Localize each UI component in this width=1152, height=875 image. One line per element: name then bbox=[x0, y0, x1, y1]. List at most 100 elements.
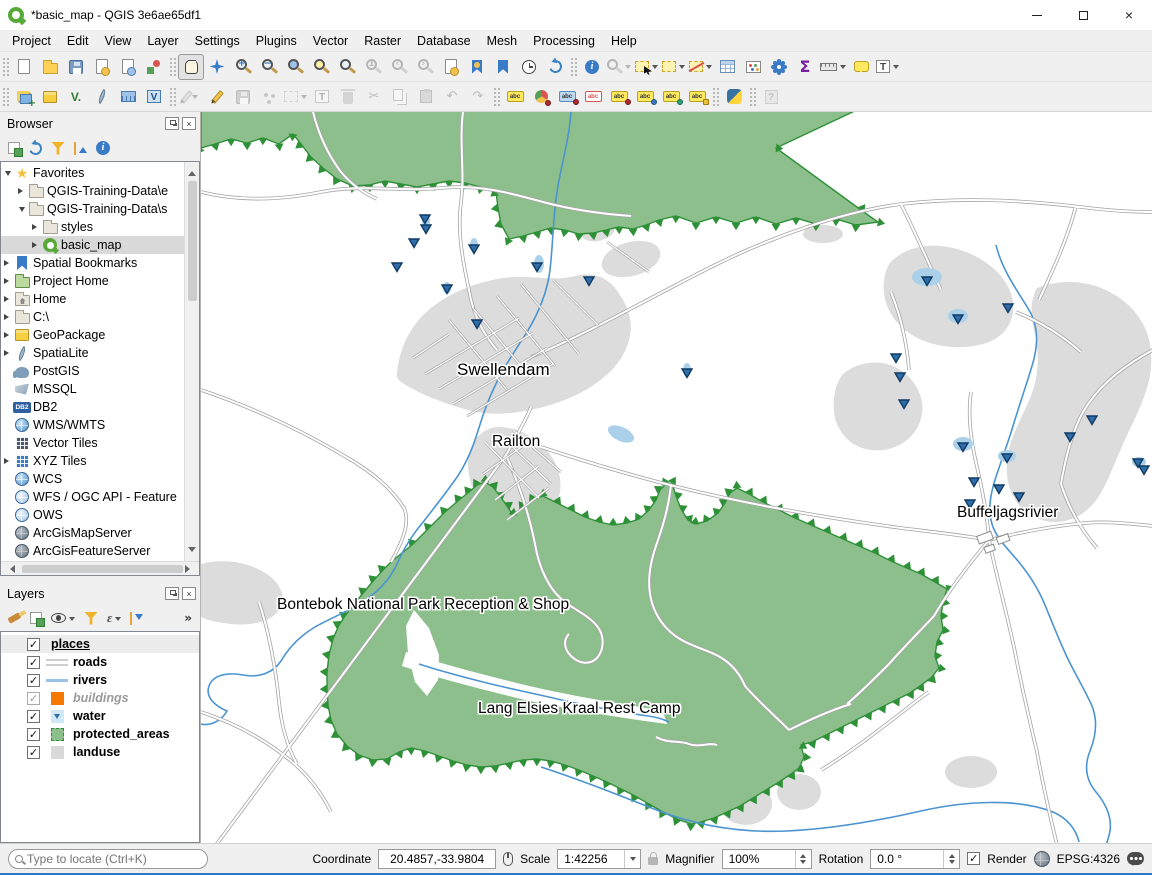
new-spatial-bookmark-button[interactable] bbox=[464, 54, 490, 80]
menu-settings[interactable]: Settings bbox=[187, 32, 248, 50]
cut-features-button[interactable]: ✂ bbox=[361, 84, 387, 110]
browser-item-project-home[interactable]: Project Home bbox=[1, 272, 184, 290]
change-label-button[interactable] bbox=[684, 84, 710, 110]
copy-features-button[interactable] bbox=[387, 84, 413, 110]
temporal-controller-button[interactable] bbox=[516, 54, 542, 80]
render-checkbox[interactable]: ✓ bbox=[967, 852, 980, 865]
epsg-label[interactable]: EPSG:4326 bbox=[1057, 852, 1120, 866]
expander-closed-icon[interactable] bbox=[4, 458, 12, 464]
browser-item-wms[interactable]: WMS/WMTS bbox=[1, 416, 184, 434]
browser-properties-button[interactable] bbox=[96, 141, 110, 155]
menu-view[interactable]: View bbox=[96, 32, 139, 50]
new-shapefile-layer-button[interactable] bbox=[63, 84, 89, 110]
layers-close-button[interactable]: × bbox=[182, 587, 196, 600]
zoom-last-button[interactable]: ‹ bbox=[386, 54, 412, 80]
show-bookmarks-button[interactable] bbox=[490, 54, 516, 80]
new-spatialite-layer-button[interactable] bbox=[89, 84, 115, 110]
help-button[interactable] bbox=[758, 84, 784, 110]
expander-closed-icon[interactable] bbox=[4, 314, 12, 320]
new-project-button[interactable] bbox=[11, 54, 37, 80]
layer-row-water[interactable]: ✓water bbox=[1, 707, 199, 725]
new-geopackage-layer-button[interactable] bbox=[37, 84, 63, 110]
zoom-next-button[interactable]: › bbox=[412, 54, 438, 80]
toolbar-grip[interactable] bbox=[712, 87, 719, 107]
browser-close-button[interactable]: × bbox=[182, 117, 196, 130]
zoom-in-button[interactable]: + bbox=[230, 54, 256, 80]
layer-checkbox[interactable]: ✓ bbox=[27, 728, 40, 741]
identify-features-button[interactable] bbox=[579, 54, 605, 80]
toolbar-grip[interactable] bbox=[169, 57, 176, 77]
menu-processing[interactable]: Processing bbox=[525, 32, 603, 50]
browser-item-wfs[interactable]: WFS / OGC API - Feature bbox=[1, 488, 184, 506]
toolbar-grip[interactable] bbox=[2, 57, 9, 77]
show-layout-manager-button[interactable] bbox=[115, 54, 141, 80]
layer-checkbox[interactable]: ✓ bbox=[27, 656, 40, 669]
expander-closed-icon[interactable] bbox=[32, 242, 40, 248]
minimize-button[interactable] bbox=[1014, 0, 1060, 30]
add-group-button[interactable] bbox=[30, 612, 42, 624]
scroll-right-icon[interactable] bbox=[185, 565, 194, 573]
expander-closed-icon[interactable] bbox=[4, 296, 12, 302]
undo-button[interactable]: ↶ bbox=[439, 84, 465, 110]
mouse-position-icon[interactable] bbox=[503, 852, 513, 866]
scale-combo[interactable]: 1:42256 bbox=[557, 849, 641, 869]
select-by-value-button[interactable] bbox=[660, 54, 687, 80]
browser-item-arcgis-mapserver[interactable]: ArcGisMapServer bbox=[1, 524, 184, 542]
locator-input[interactable] bbox=[27, 852, 201, 866]
expander-closed-icon[interactable] bbox=[18, 188, 26, 194]
expander-closed-icon[interactable] bbox=[32, 224, 40, 230]
browser-item-geopackage[interactable]: GeoPackage bbox=[1, 326, 184, 344]
messages-icon[interactable] bbox=[1127, 852, 1144, 865]
scrollbar-thumb[interactable] bbox=[188, 181, 197, 301]
browser-refresh-button[interactable] bbox=[29, 142, 42, 155]
vertex-tool-button[interactable] bbox=[282, 84, 309, 110]
browser-collapse-all-button[interactable] bbox=[74, 142, 87, 155]
scroll-down-icon[interactable] bbox=[188, 547, 196, 556]
browser-item-vector-tiles[interactable]: Vector Tiles bbox=[1, 434, 184, 452]
browser-item-arcgis-featureserver[interactable]: ArcGisFeatureServer bbox=[1, 542, 184, 560]
toolbar-grip[interactable] bbox=[2, 87, 9, 107]
toggle-editing-button[interactable] bbox=[204, 84, 230, 110]
menu-raster[interactable]: Raster bbox=[356, 32, 409, 50]
current-edits-button[interactable] bbox=[178, 84, 204, 110]
close-button[interactable]: × bbox=[1106, 0, 1152, 30]
browser-item-spatial-bookmarks[interactable]: Spatial Bookmarks bbox=[1, 254, 184, 272]
highlight-pinned-labels-button[interactable] bbox=[580, 84, 606, 110]
browser-float-button[interactable] bbox=[165, 117, 179, 130]
expander-closed-icon[interactable] bbox=[4, 278, 12, 284]
menu-project[interactable]: Project bbox=[4, 32, 59, 50]
options-button[interactable] bbox=[766, 54, 792, 80]
save-layer-edits-button[interactable] bbox=[230, 84, 256, 110]
menu-help[interactable]: Help bbox=[603, 32, 645, 50]
zoom-to-layer-button[interactable] bbox=[334, 54, 360, 80]
layer-checkbox[interactable]: ✓ bbox=[27, 746, 40, 759]
redo-button[interactable]: ↷ bbox=[465, 84, 491, 110]
toolbar-grip[interactable] bbox=[749, 87, 756, 107]
text-annotation-button[interactable] bbox=[874, 54, 901, 80]
expand-collapse-button[interactable] bbox=[130, 612, 143, 625]
browser-item-postgis[interactable]: PostGIS bbox=[1, 362, 184, 380]
filter-by-expression-button[interactable] bbox=[107, 611, 121, 625]
layer-labeling-options-button[interactable] bbox=[502, 84, 528, 110]
layer-checkbox[interactable]: ✓ bbox=[27, 674, 40, 687]
move-label-button[interactable] bbox=[632, 84, 658, 110]
layer-checkbox[interactable]: ✓ bbox=[27, 710, 40, 723]
browser-item-training-data-e[interactable]: QGIS-Training-Data\e bbox=[1, 182, 184, 200]
scroll-left-icon[interactable] bbox=[6, 565, 15, 573]
new-virtual-layer-button[interactable] bbox=[141, 84, 167, 110]
layers-toolbar-overflow-button[interactable]: » bbox=[184, 612, 192, 624]
refresh-map-button[interactable] bbox=[542, 54, 568, 80]
zoom-full-button[interactable] bbox=[282, 54, 308, 80]
modify-attributes-button[interactable] bbox=[309, 84, 335, 110]
crs-globe-icon[interactable] bbox=[1034, 851, 1050, 867]
layer-row-buildings[interactable]: ✓buildings bbox=[1, 689, 199, 707]
toolbar-grip[interactable] bbox=[493, 87, 500, 107]
expander-open-icon[interactable] bbox=[5, 171, 11, 179]
scale-dropdown[interactable] bbox=[624, 850, 640, 868]
style-manager-button[interactable] bbox=[141, 54, 167, 80]
map-tips-button[interactable] bbox=[848, 54, 874, 80]
pan-to-selection-button[interactable] bbox=[204, 54, 230, 80]
map-canvas[interactable]: Swellendam Railton Bontebok National Par… bbox=[200, 112, 1152, 843]
browser-item-db2[interactable]: DB2 bbox=[1, 398, 184, 416]
open-layer-styling-button[interactable] bbox=[8, 615, 21, 621]
